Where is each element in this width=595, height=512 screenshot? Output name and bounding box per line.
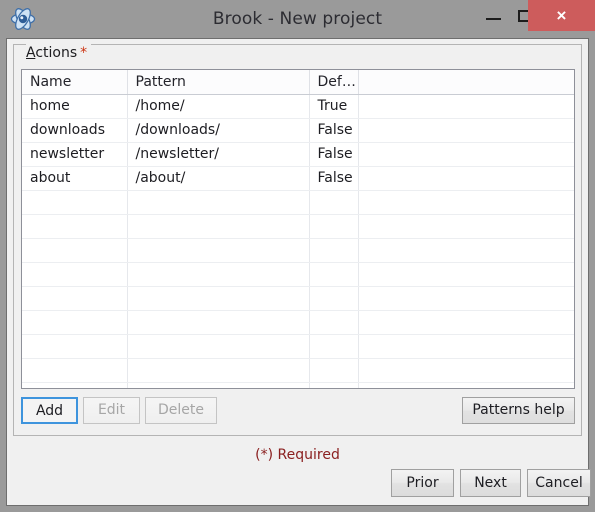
table-row-empty[interactable] bbox=[22, 190, 574, 215]
minimize-button[interactable] bbox=[479, 0, 509, 31]
table-row-empty[interactable] bbox=[22, 214, 574, 239]
minimize-icon bbox=[486, 18, 501, 20]
cell-empty bbox=[22, 382, 128, 388]
cell-empty bbox=[358, 382, 574, 388]
cell-name[interactable]: home bbox=[22, 94, 128, 119]
delete-button[interactable]: Delete bbox=[145, 397, 217, 424]
cell-empty bbox=[309, 190, 359, 215]
cell-empty bbox=[127, 382, 310, 388]
cell-empty bbox=[127, 286, 310, 311]
title-bar: Brook - New project × bbox=[0, 0, 595, 38]
cell-pattern[interactable]: /newsletter/ bbox=[127, 142, 310, 167]
table-row-empty[interactable] bbox=[22, 382, 574, 388]
cell-empty bbox=[358, 358, 574, 383]
cell-empty bbox=[22, 238, 128, 263]
table-row[interactable]: home/home/True bbox=[22, 94, 574, 119]
column-header-pattern[interactable]: Pattern bbox=[127, 70, 310, 95]
cell-empty bbox=[127, 334, 310, 359]
cell-empty bbox=[309, 382, 359, 388]
actions-label-accelerator: A bbox=[26, 45, 36, 61]
cell-empty bbox=[309, 214, 359, 239]
actions-group-label: Actions * bbox=[26, 43, 92, 63]
close-icon: × bbox=[556, 6, 567, 25]
close-button[interactable]: × bbox=[528, 0, 595, 31]
table-row[interactable]: newsletter/newsletter/False bbox=[22, 142, 574, 167]
cell-default[interactable]: True bbox=[309, 94, 359, 119]
cell-empty bbox=[309, 238, 359, 263]
dialog-client-area: Actions * Name Pattern Def… home /home/ … bbox=[6, 38, 591, 506]
cell-empty bbox=[309, 310, 359, 335]
cell-empty bbox=[358, 214, 574, 239]
cell-empty bbox=[309, 358, 359, 383]
cell-default[interactable]: False bbox=[309, 166, 359, 191]
cell-filler bbox=[358, 166, 574, 191]
cell-filler bbox=[358, 142, 574, 167]
table-row-empty[interactable] bbox=[22, 310, 574, 335]
required-star: * bbox=[80, 45, 88, 61]
cell-empty bbox=[358, 238, 574, 263]
cell-empty bbox=[358, 334, 574, 359]
table-row[interactable]: downloads/downloads/False bbox=[22, 118, 574, 143]
cell-empty bbox=[309, 286, 359, 311]
cell-pattern[interactable]: /downloads/ bbox=[127, 118, 310, 143]
table-row-empty[interactable] bbox=[22, 334, 574, 359]
cell-empty bbox=[127, 262, 310, 287]
cancel-button[interactable]: Cancel bbox=[527, 469, 591, 497]
cell-empty bbox=[22, 310, 128, 335]
actions-label-rest: ctions bbox=[35, 45, 78, 61]
actions-group-box: Actions * Name Pattern Def… home /home/ … bbox=[13, 43, 582, 436]
cell-filler bbox=[358, 94, 574, 119]
required-note: (*) Required bbox=[255, 447, 340, 463]
actions-table[interactable]: Name Pattern Def… home/home/True downloa… bbox=[21, 69, 575, 389]
cell-name[interactable]: downloads bbox=[22, 118, 128, 143]
cell-empty bbox=[22, 262, 128, 287]
cell-empty bbox=[127, 190, 310, 215]
cell-name[interactable]: newsletter bbox=[22, 142, 128, 167]
cell-empty bbox=[358, 310, 574, 335]
cell-default[interactable]: False bbox=[309, 118, 359, 143]
cell-empty bbox=[309, 262, 359, 287]
cell-pattern[interactable]: /about/ bbox=[127, 166, 310, 191]
patterns-help-button[interactable]: Patterns help bbox=[462, 397, 575, 424]
table-header-row: Name Pattern Def… bbox=[22, 70, 574, 95]
cell-empty bbox=[309, 334, 359, 359]
cell-empty bbox=[22, 190, 128, 215]
edit-button[interactable]: Edit bbox=[83, 397, 140, 424]
next-button[interactable]: Next bbox=[460, 469, 521, 497]
cell-empty bbox=[358, 286, 574, 311]
cell-empty bbox=[127, 358, 310, 383]
cell-name[interactable]: about bbox=[22, 166, 128, 191]
prior-button[interactable]: Prior bbox=[391, 469, 454, 497]
column-header-filler bbox=[358, 70, 574, 95]
cell-empty bbox=[22, 334, 128, 359]
cell-filler bbox=[358, 118, 574, 143]
cell-empty bbox=[22, 214, 128, 239]
cell-pattern[interactable]: /home/ bbox=[127, 94, 310, 119]
cell-empty bbox=[127, 214, 310, 239]
table-row[interactable]: about/about/False bbox=[22, 166, 574, 191]
table-row-empty[interactable] bbox=[22, 286, 574, 311]
cell-empty bbox=[358, 190, 574, 215]
cell-empty bbox=[127, 238, 310, 263]
column-header-name[interactable]: Name bbox=[22, 70, 128, 95]
table-row-empty[interactable] bbox=[22, 262, 574, 287]
table-row-empty[interactable] bbox=[22, 358, 574, 383]
cell-default[interactable]: False bbox=[309, 142, 359, 167]
add-button[interactable]: Add bbox=[21, 397, 78, 424]
table-row-empty[interactable] bbox=[22, 238, 574, 263]
cell-empty bbox=[358, 262, 574, 287]
column-header-default[interactable]: Def… bbox=[309, 70, 359, 95]
cell-empty bbox=[22, 358, 128, 383]
table-body: home/home/True downloads/downloads/False… bbox=[22, 94, 574, 388]
application-window: Brook - New project × Actions * Name Pat… bbox=[0, 0, 595, 512]
cell-empty bbox=[22, 286, 128, 311]
cell-empty bbox=[127, 310, 310, 335]
